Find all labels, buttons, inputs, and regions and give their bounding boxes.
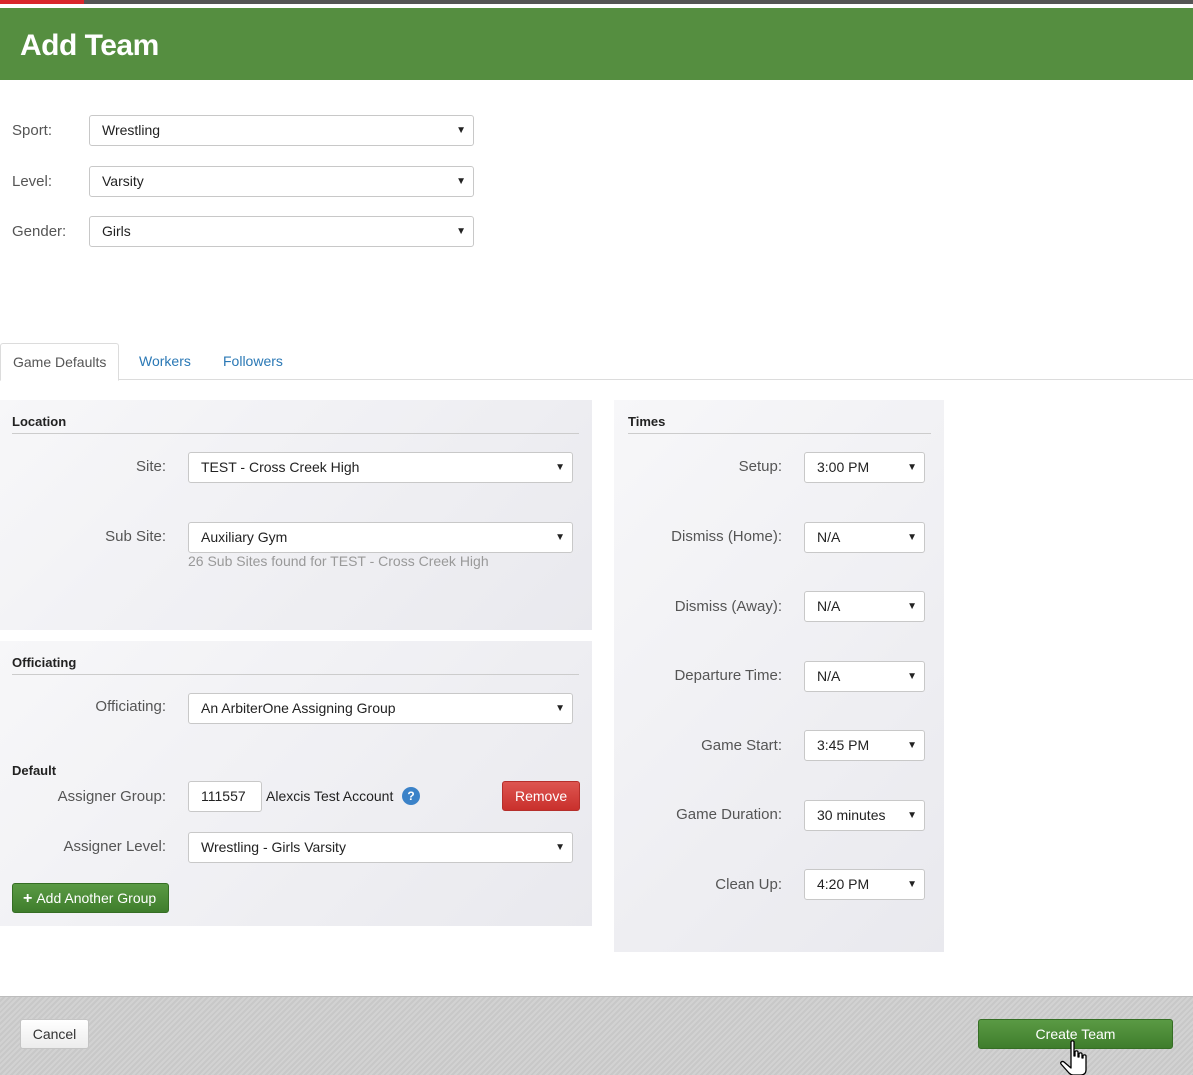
officiating-select-value: An ArbiterOne Assigning Group — [201, 700, 396, 716]
caret-down-icon: ▼ — [555, 842, 565, 853]
departure-time-label: Departure Time: — [674, 667, 782, 684]
sport-select[interactable]: Wrestling ▼ — [89, 115, 474, 146]
assigner-level-select-value: Wrestling - Girls Varsity — [201, 839, 346, 855]
site-label: Site: — [135, 458, 166, 475]
page-header: Add Team — [0, 8, 1193, 80]
dismiss-away-select[interactable]: N/A ▼ — [804, 591, 925, 622]
assigner-group-label: Assigner Group: — [57, 788, 166, 805]
top-border — [0, 0, 1193, 4]
hand-pointer-icon — [1060, 1040, 1087, 1075]
clean-up-select-value: 4:20 PM — [817, 876, 870, 892]
caret-down-icon: ▼ — [907, 740, 917, 751]
officiating-panel: Officiating Officiating: An ArbiterOne A… — [0, 641, 592, 926]
caret-down-icon: ▼ — [456, 176, 466, 187]
caret-down-icon: ▼ — [907, 462, 917, 473]
question-circle-icon[interactable]: ? — [402, 787, 420, 805]
default-title: Default — [12, 763, 57, 778]
site-select-value: TEST - Cross Creek High — [201, 459, 360, 475]
site-select[interactable]: TEST - Cross Creek High ▼ — [188, 452, 573, 483]
tab-game-defaults[interactable]: Game Defaults — [0, 343, 120, 381]
dismiss-home-select[interactable]: N/A ▼ — [804, 522, 925, 553]
game-duration-select-value: 30 minutes — [817, 807, 886, 823]
level-select[interactable]: Varsity ▼ — [89, 166, 474, 197]
caret-down-icon: ▼ — [907, 879, 917, 890]
dismiss-home-label: Dismiss (Home): — [671, 528, 782, 545]
sport-select-value: Wrestling — [102, 122, 161, 138]
assigner-account-name: Alexcis Test Account — [266, 788, 394, 804]
caret-down-icon: ▼ — [907, 601, 917, 612]
caret-down-icon: ▼ — [907, 532, 917, 543]
caret-down-icon: ▼ — [907, 671, 917, 682]
sport-label: Sport: — [12, 122, 53, 139]
assigner-level-select[interactable]: Wrestling - Girls Varsity ▼ — [188, 832, 573, 863]
page-title: Add Team — [20, 29, 159, 62]
tab-workers[interactable]: Workers — [127, 343, 203, 380]
sub-site-hint: 26 Sub Sites found for TEST - Cross Cree… — [188, 553, 489, 569]
sub-site-label: Sub Site: — [105, 528, 166, 545]
assigner-group-input[interactable]: 111557 — [188, 781, 262, 812]
gender-label: Gender: — [12, 223, 67, 240]
location-panel: Location Site: TEST - Cross Creek High ▼… — [0, 400, 592, 630]
gender-select[interactable]: Girls ▼ — [89, 216, 474, 247]
officiating-select[interactable]: An ArbiterOne Assigning Group ▼ — [188, 693, 573, 724]
clean-up-label: Clean Up: — [715, 876, 782, 893]
game-duration-label: Game Duration: — [676, 806, 782, 823]
cancel-button[interactable]: Cancel — [20, 1019, 89, 1049]
top-accent — [0, 0, 84, 4]
dismiss-home-select-value: N/A — [817, 529, 841, 545]
setup-label: Setup: — [738, 458, 782, 475]
add-another-group-button[interactable]: + Add Another Group — [12, 883, 170, 913]
clean-up-select[interactable]: 4:20 PM ▼ — [804, 869, 925, 900]
caret-down-icon: ▼ — [555, 532, 565, 543]
dismiss-away-select-value: N/A — [817, 598, 841, 614]
sub-site-select-value: Auxiliary Gym — [201, 529, 288, 545]
setup-select-value: 3:00 PM — [817, 459, 870, 475]
game-start-select[interactable]: 3:45 PM ▼ — [804, 730, 925, 761]
game-duration-select[interactable]: 30 minutes ▼ — [804, 800, 925, 831]
game-start-label: Game Start: — [701, 737, 782, 754]
caret-down-icon: ▼ — [907, 810, 917, 821]
setup-select[interactable]: 3:00 PM ▼ — [804, 452, 925, 483]
level-label: Level: — [12, 173, 53, 190]
assigner-level-label: Assigner Level: — [63, 838, 166, 855]
footer-bar: Cancel Create Team — [0, 996, 1193, 1075]
caret-down-icon: ▼ — [456, 125, 466, 136]
caret-down-icon: ▼ — [555, 703, 565, 714]
sub-site-select[interactable]: Auxiliary Gym ▼ — [188, 522, 573, 553]
tab-bar: Game Defaults Workers Followers — [0, 343, 1193, 381]
gender-select-value: Girls — [102, 223, 131, 239]
plus-icon: + — [23, 890, 33, 907]
times-panel: Times Setup: 3:00 PM ▼ Dismiss (Home): N… — [614, 400, 944, 952]
location-title: Location — [12, 414, 579, 434]
officiating-label: Officiating: — [95, 698, 166, 715]
game-start-select-value: 3:45 PM — [817, 737, 870, 753]
tab-followers[interactable]: Followers — [211, 343, 295, 380]
caret-down-icon: ▼ — [555, 462, 565, 473]
times-title: Times — [628, 414, 931, 434]
level-select-value: Varsity — [102, 173, 144, 189]
departure-time-select-value: N/A — [817, 668, 841, 684]
caret-down-icon: ▼ — [456, 226, 466, 237]
remove-group-button[interactable]: Remove — [502, 781, 581, 811]
departure-time-select[interactable]: N/A ▼ — [804, 661, 925, 692]
dismiss-away-label: Dismiss (Away): — [674, 598, 782, 615]
officiating-title: Officiating — [12, 655, 579, 675]
add-another-group-label: Add Another Group — [36, 890, 157, 906]
